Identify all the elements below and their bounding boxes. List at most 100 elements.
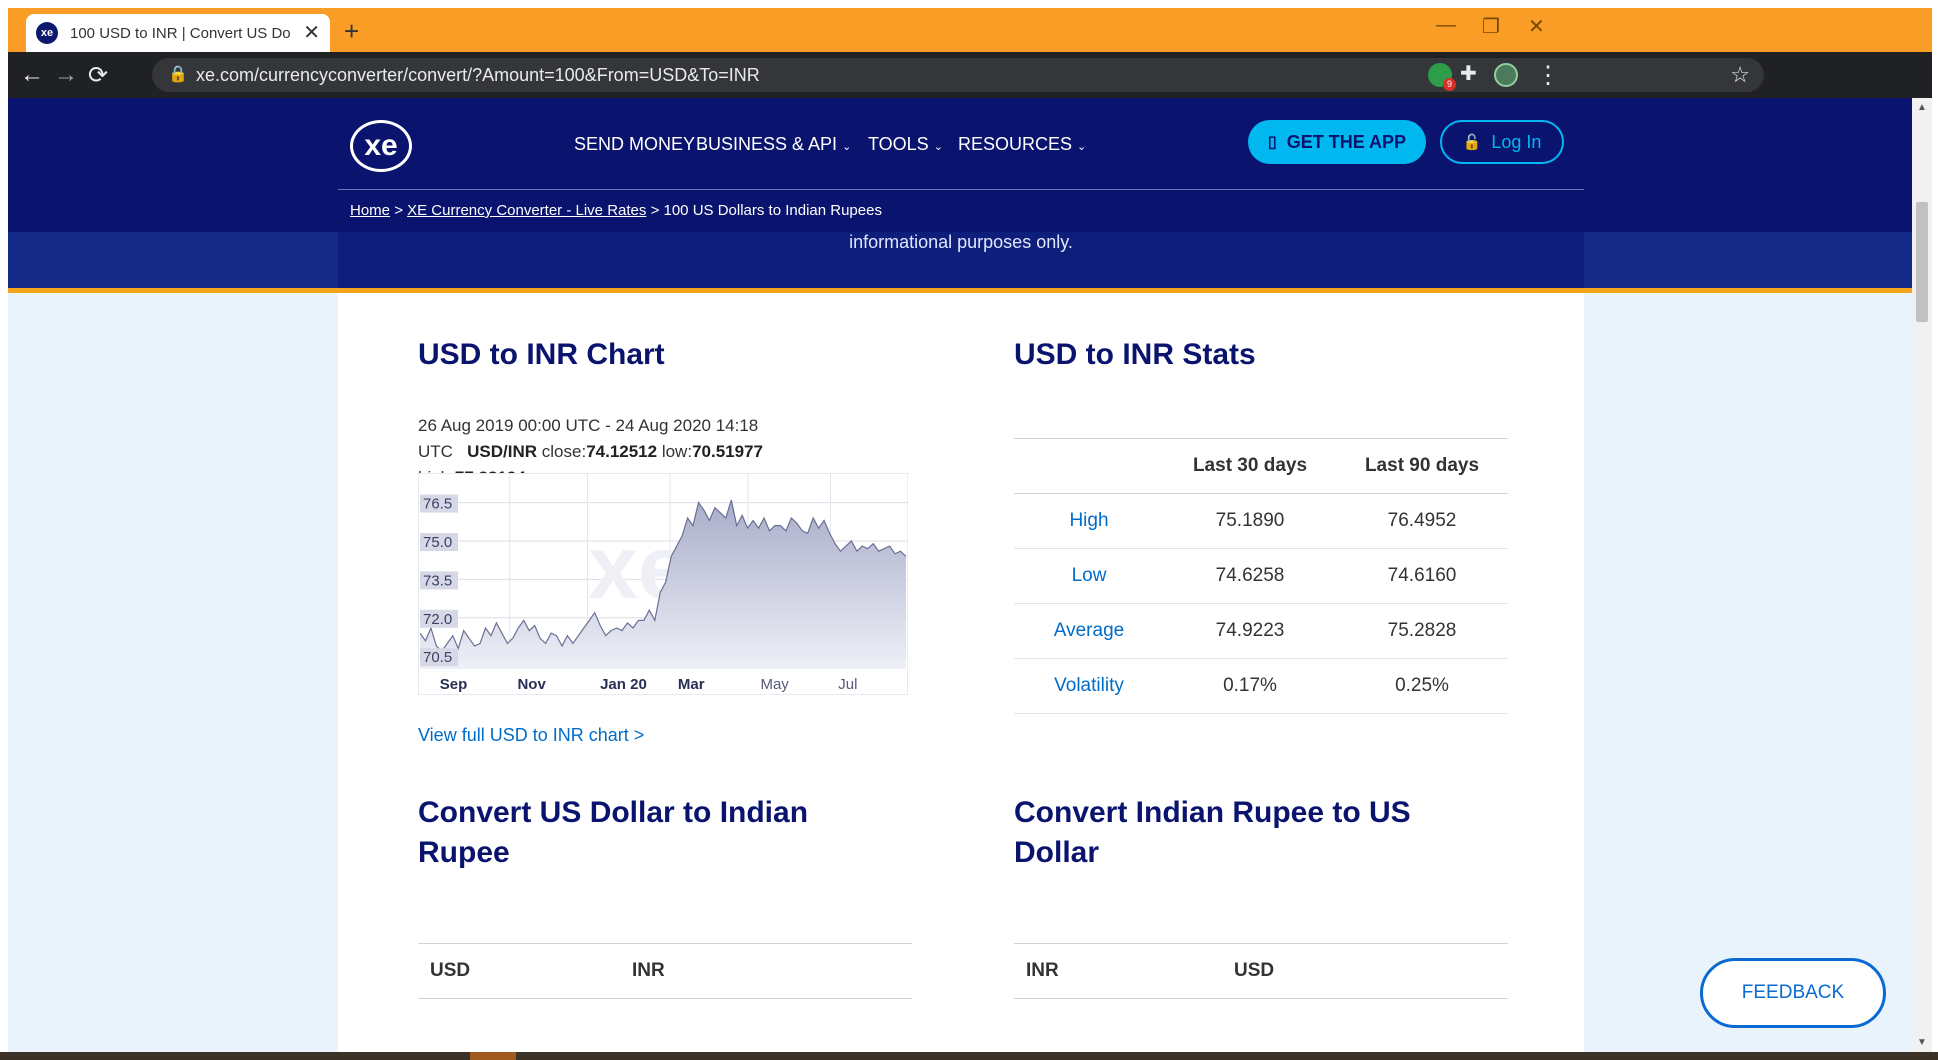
scrollbar-thumb[interactable]: [1916, 202, 1928, 322]
x-tick-label: Sep: [440, 676, 468, 693]
login-button[interactable]: 🔓 Log In: [1440, 120, 1564, 164]
browser-tab-strip: xe 100 USD to INR | Convert US Dolla ✕ +…: [8, 8, 1932, 52]
browser-tab[interactable]: xe 100 USD to INR | Convert US Dolla ✕: [26, 14, 330, 52]
nav-label: RESOURCES: [958, 134, 1073, 154]
nav-tools[interactable]: TOOLS ⌄: [868, 134, 943, 155]
stats-cell: 74.6258: [1164, 548, 1336, 604]
x-tick-label: Nov: [517, 676, 546, 693]
table-row: Volatility 0.17% 0.25%: [1014, 658, 1508, 714]
x-tick-label: Jul: [838, 676, 857, 693]
chart-utc: UTC: [418, 442, 453, 461]
header-divider: [338, 189, 1584, 190]
stats-col-90: Last 90 days: [1336, 438, 1508, 494]
lock-icon: 🔓: [1462, 134, 1482, 151]
convert-usd-inr-title-line2: Rupee: [418, 836, 510, 869]
nav-resources[interactable]: RESOURCES ⌄: [958, 134, 1086, 155]
back-icon[interactable]: ←: [20, 61, 44, 89]
breadcrumb-sep: >: [650, 202, 660, 219]
y-tick-label: 72.0: [423, 611, 452, 628]
col-inr: INR: [1026, 960, 1059, 981]
window-close-icon[interactable]: ✕: [1528, 14, 1545, 39]
x-tick-label: Jan 20: [600, 676, 647, 693]
stats-cell: 0.17%: [1164, 658, 1336, 714]
feedback-button[interactable]: FEEDBACK: [1700, 958, 1886, 1028]
chevron-down-icon: ⌄: [1077, 141, 1087, 153]
minimize-icon[interactable]: —: [1436, 14, 1456, 37]
restore-icon[interactable]: ❐: [1482, 14, 1500, 39]
page-scrollbar[interactable]: ▲ ▼: [1912, 98, 1932, 1052]
forward-icon[interactable]: →: [54, 61, 78, 89]
stats-header-row: Last 30 days Last 90 days: [1014, 438, 1508, 494]
table-row: Average 74.9223 75.2828: [1014, 603, 1508, 659]
stats-row-label: Volatility: [1014, 658, 1164, 714]
stats-cell: 74.6160: [1336, 548, 1508, 604]
breadcrumb-current: 100 US Dollars to Indian Rupees: [663, 202, 882, 219]
stats-col-30: Last 30 days: [1164, 438, 1336, 494]
get-app-label: GET THE APP: [1286, 131, 1407, 152]
shield-extension-icon[interactable]: 9: [1428, 63, 1456, 91]
os-taskbar: [0, 1052, 1938, 1060]
y-tick-label: 73.5: [423, 572, 452, 589]
stats-cell: 76.4952: [1336, 493, 1508, 549]
col-inr: INR: [632, 960, 665, 981]
stats-row-label: Low: [1014, 548, 1164, 604]
usd-inr-chart[interactable]: xe 76.5 75.0 73.5 72.0 70.5 Sep Nov Jan 20 Mar M…: [417, 472, 909, 696]
stats-row-label: Average: [1014, 603, 1164, 659]
stats-cell: 0.25%: [1336, 658, 1508, 714]
x-tick-label: Mar: [678, 676, 705, 693]
breadcrumb-home[interactable]: Home: [350, 202, 390, 219]
stats-cell: 75.1890: [1164, 493, 1336, 549]
lock-icon: 🔒: [168, 66, 188, 83]
convert-inr-usd-title-line2: Dollar: [1014, 836, 1100, 869]
stats-cell: 75.2828: [1336, 603, 1508, 659]
chevron-down-icon: ⌄: [842, 141, 852, 153]
stats-table: Last 30 days Last 90 days High 75.1890 7…: [1014, 438, 1508, 714]
nav-label: SEND MONEY: [574, 134, 696, 154]
nav-label: TOOLS: [868, 134, 929, 154]
col-usd: USD: [430, 960, 471, 981]
get-the-app-button[interactable]: ▯ GET THE APP: [1248, 120, 1426, 164]
xe-favicon-icon: xe: [36, 22, 58, 44]
convert-usd-inr-table-header: USD INR: [418, 943, 912, 999]
chevron-down-icon: ⌄: [933, 141, 943, 153]
convert-inr-usd-table-header: INR USD: [1014, 943, 1508, 999]
nav-send-money[interactable]: SEND MONEY ⌄: [574, 134, 709, 155]
stats-title: USD to INR Stats: [1014, 338, 1256, 371]
scroll-down-icon[interactable]: ▼: [1917, 1037, 1927, 1048]
scroll-up-icon[interactable]: ▲: [1917, 102, 1927, 113]
stats-row-label: High: [1014, 493, 1164, 549]
hero-banner: informational purposes only.: [8, 232, 1912, 288]
nav-business-api[interactable]: BUSINESS & API ⌄: [696, 134, 851, 155]
site-header: xe SEND MONEY ⌄ BUSINESS & API ⌄ TOOLS ⌄ RE…: [8, 98, 1912, 232]
browser-menu-icon[interactable]: ⋮: [1536, 61, 1560, 90]
view-full-chart-link[interactable]: View full USD to INR chart >: [418, 725, 644, 746]
page-viewport: xe SEND MONEY ⌄ BUSINESS & API ⌄ TOOLS ⌄ RE…: [8, 98, 1912, 1052]
login-label: Log In: [1491, 131, 1542, 152]
hero-inner: informational purposes only.: [338, 232, 1584, 288]
tab-close-icon[interactable]: ✕: [303, 20, 320, 45]
reload-icon[interactable]: ⟳: [88, 61, 108, 90]
y-tick-label: 70.5: [423, 649, 452, 666]
phone-icon: ▯: [1267, 134, 1277, 151]
hero-disclaimer: informational purposes only.: [849, 232, 1073, 252]
table-row: Low 74.6258 74.6160: [1014, 548, 1508, 604]
bookmark-star-icon[interactable]: ☆: [1730, 62, 1750, 88]
url-text[interactable]: xe.com/currencyconverter/convert/?Amount…: [196, 65, 760, 86]
address-bar[interactable]: 🔒 xe.com/currencyconverter/convert/?Amou…: [152, 58, 1764, 92]
browser-toolbar: ← → ⟳ 🔒 xe.com/currencyconverter/convert…: [8, 52, 1932, 98]
tab-title: 100 USD to INR | Convert US Dolla: [70, 24, 290, 42]
chart-svg: xe 76.575.073.572.070.5 Sep Nov Jan 20 Mar M…: [417, 472, 909, 696]
new-tab-button[interactable]: +: [344, 16, 359, 47]
extensions-puzzle-icon[interactable]: ✚: [1460, 61, 1484, 85]
close-value: 74.12512: [586, 442, 658, 461]
stats-col-blank: [1014, 438, 1164, 494]
breadcrumb-sep: >: [394, 202, 403, 219]
main-content: USD to INR Chart 26 Aug 2019 00:00 UTC -…: [338, 293, 1584, 1052]
xe-logo[interactable]: xe: [350, 120, 412, 172]
extension-badge: 9: [1443, 78, 1456, 91]
breadcrumb-converter[interactable]: XE Currency Converter - Live Rates: [407, 202, 646, 219]
convert-inr-usd-title: Convert Indian Rupee to US Dollar: [1014, 793, 1411, 873]
breadcrumb: Home > XE Currency Converter - Live Rate…: [350, 202, 882, 219]
chart-range: 26 Aug 2019 00:00 UTC - 24 Aug 2020 14:1…: [418, 416, 759, 435]
avatar[interactable]: [1494, 63, 1518, 87]
